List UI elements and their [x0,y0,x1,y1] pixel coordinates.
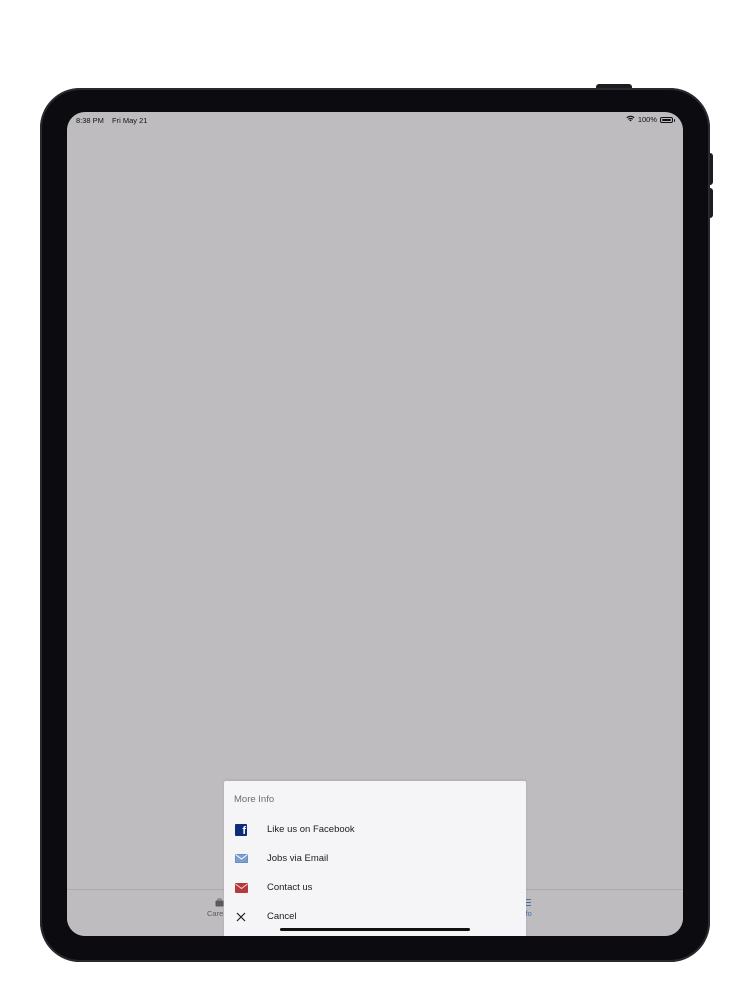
battery-percent: 100% [637,115,657,124]
battery-icon [660,116,675,123]
status-time: 8:38 PM [76,116,104,125]
action-cancel[interactable]: Cancel [224,902,526,931]
sheet-title: More Info [234,794,275,805]
action-facebook[interactable]: f Like us on Facebook [224,815,526,844]
action-contact-us[interactable]: Contact us [224,873,526,902]
status-bar: 8:38 PM Fri May 21 100% [67,112,683,130]
status-date: Fri May 21 [112,116,148,125]
email-icon [234,852,248,866]
home-indicator[interactable] [280,928,470,931]
tab-care-label: Care [207,909,224,918]
facebook-icon: f [234,823,248,837]
screen: 8:38 PM Fri May 21 100% Care More Info f… [67,112,683,936]
close-icon [234,910,248,924]
action-jobs-email-label: Jobs via Email [267,853,329,864]
action-cancel-label: Cancel [267,911,297,922]
device-frame-wrapper: 8:38 PM Fri May 21 100% Care More Info f… [0,0,750,1000]
action-contact-us-label: Contact us [267,882,313,893]
action-jobs-email[interactable]: Jobs via Email [224,844,526,873]
status-indicators: 100% [626,115,675,124]
action-facebook-label: Like us on Facebook [267,824,355,835]
wifi-icon [626,115,635,124]
mail-icon [234,881,248,895]
action-sheet: More Info f Like us on Facebook Jobs via… [224,781,526,936]
